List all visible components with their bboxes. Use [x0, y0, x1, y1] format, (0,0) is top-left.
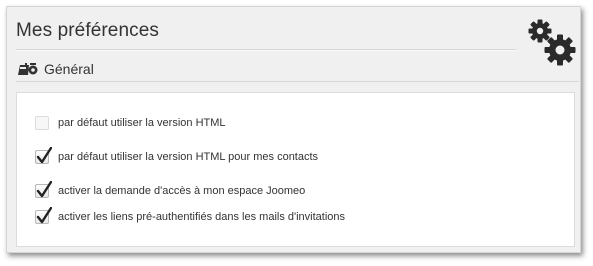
option-label: activer la demande d'accès à mon espace … — [58, 185, 306, 197]
option-access-request: activer la demande d'accès à mon espace … — [35, 181, 306, 200]
checkbox-html-contacts[interactable] — [35, 147, 52, 164]
option-html-contacts: par défaut utiliser la version HTML pour… — [35, 147, 319, 166]
checkmark-icon — [36, 181, 52, 198]
options-box: par défaut utiliser la version HTML par … — [16, 92, 575, 247]
option-label: activer les liens pré-authentifiés dans … — [58, 211, 346, 223]
checkbox-html-default[interactable] — [35, 116, 49, 130]
checkbox-access-request[interactable] — [35, 181, 52, 198]
checkbox-preauth-links[interactable] — [35, 207, 52, 224]
page-title: Mes préférences — [16, 20, 160, 41]
gears-icon — [528, 19, 576, 66]
checkmark-icon — [36, 207, 52, 224]
title-divider — [16, 49, 516, 51]
option-label: par défaut utiliser la version HTML — [58, 117, 226, 129]
section-header: Général — [17, 59, 94, 79]
option-html-default: par défaut utiliser la version HTML — [35, 114, 226, 132]
section-divider — [16, 81, 579, 82]
settings-section-icon — [18, 63, 38, 75]
preferences-panel: Mes préférences Général par défaut utili… — [6, 6, 581, 253]
option-label: par défaut utiliser la version HTML pour… — [58, 151, 319, 163]
checkmark-icon — [36, 147, 52, 164]
section-title: Général — [44, 61, 94, 77]
option-preauth-links: activer les liens pré-authentifiés dans … — [35, 207, 346, 226]
